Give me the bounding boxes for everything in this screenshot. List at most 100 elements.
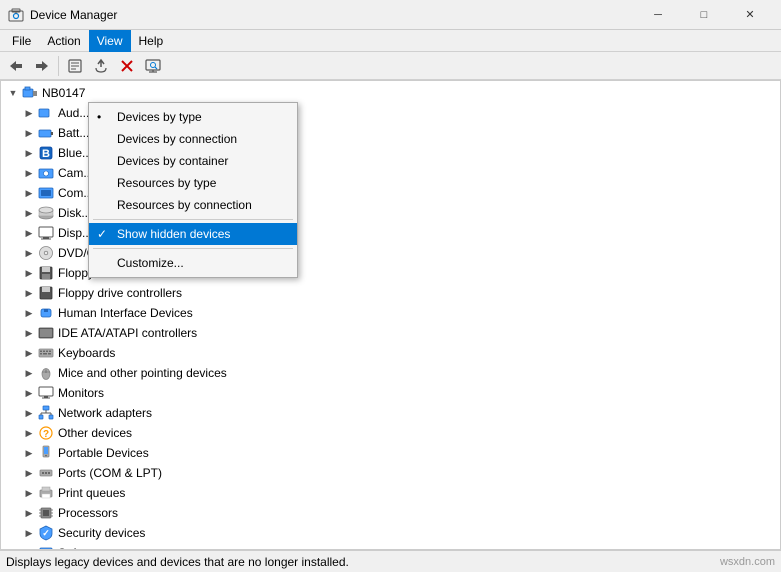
toolbar — [0, 52, 781, 80]
menu-resources-by-connection[interactable]: Resources by connection — [89, 194, 297, 216]
menu-view[interactable]: View — [89, 30, 131, 52]
window-title: Device Manager — [30, 8, 635, 22]
toolbar-update[interactable] — [89, 54, 113, 78]
arrow-network: ▶ — [21, 405, 37, 421]
arrow-security: ▶ — [21, 525, 37, 541]
tree-root-item[interactable]: ▼ NB0147 — [1, 83, 780, 103]
arrow-ide: ▶ — [21, 325, 37, 341]
toolbar-forward[interactable] — [30, 54, 54, 78]
icon-cameras — [37, 164, 55, 182]
arrow-dvd: ▶ — [21, 245, 37, 261]
menu-customize[interactable]: Customize... — [89, 252, 297, 274]
check-by-type: • — [97, 110, 101, 124]
tree-item-keyboards[interactable]: ▶ Keyboards — [1, 343, 780, 363]
label-disk: Disk... — [58, 206, 91, 220]
icon-network — [37, 404, 55, 422]
label-portable: Portable Devices — [58, 446, 149, 460]
arrow-disk: ▶ — [21, 205, 37, 221]
label-sw-components: Software components — [58, 546, 174, 550]
menu-bar: File Action View Help — [0, 30, 781, 52]
label-other: Other devices — [58, 426, 132, 440]
root-icon — [21, 84, 39, 102]
label-floppy-ctrl: Floppy drive controllers — [58, 286, 182, 300]
label-hid: Human Interface Devices — [58, 306, 193, 320]
tree-item-hid[interactable]: ▶ Human Interface Devices — [1, 303, 780, 323]
view-dropdown-menu[interactable]: • Devices by type Devices by connection … — [88, 102, 298, 278]
svg-text:✓: ✓ — [42, 528, 50, 538]
menu-resources-by-type[interactable]: Resources by type — [89, 172, 297, 194]
arrow-com: ▶ — [21, 185, 37, 201]
arrow-mice: ▶ — [21, 365, 37, 381]
status-right: wsxdn.com — [720, 556, 775, 568]
arrow-other: ▶ — [21, 425, 37, 441]
tree-item-mice[interactable]: ▶ Mice and other pointing devices — [1, 363, 780, 383]
arrow-bluetooth: ▶ — [21, 145, 37, 161]
arrow-print: ▶ — [21, 485, 37, 501]
tree-item-floppy-ctrl[interactable]: ▶ Floppy drive controllers — [1, 283, 780, 303]
tree-item-sw-components[interactable]: ▶ Software components — [1, 543, 780, 550]
root-expand-arrow: ▼ — [5, 85, 21, 101]
arrow-processors: ▶ — [21, 505, 37, 521]
icon-display — [37, 224, 55, 242]
icon-bluetooth: B — [37, 144, 55, 162]
check-show-hidden: ✓ — [97, 227, 107, 241]
icon-ports — [37, 464, 55, 482]
icon-hid — [37, 304, 55, 322]
menu-show-hidden[interactable]: ✓ Show hidden devices — [89, 223, 297, 245]
arrow-batteries: ▶ — [21, 125, 37, 141]
tree-item-print[interactable]: ▶ Print queues — [1, 483, 780, 503]
label-keyboards: Keyboards — [58, 346, 115, 360]
label-bluetooth: Blue... — [58, 146, 92, 160]
toolbar-sep-1 — [58, 56, 59, 76]
svg-text:B: B — [42, 148, 50, 160]
menu-help[interactable]: Help — [131, 30, 172, 52]
tree-item-portable[interactable]: ▶ Portable Devices — [1, 443, 780, 463]
window-controls: ─ □ ✕ — [635, 0, 773, 30]
label-security: Security devices — [58, 526, 145, 540]
tree-item-security[interactable]: ▶ ✓ Security devices — [1, 523, 780, 543]
arrow-floppy-disk: ▶ — [21, 265, 37, 281]
icon-monitors — [37, 384, 55, 402]
menu-devices-by-type[interactable]: • Devices by type — [89, 106, 297, 128]
label-ide: IDE ATA/ATAPI controllers — [58, 326, 197, 340]
toolbar-uninstall[interactable] — [115, 54, 139, 78]
tree-item-monitors[interactable]: ▶ Monitors — [1, 383, 780, 403]
icon-processors — [37, 504, 55, 522]
toolbar-back[interactable] — [4, 54, 28, 78]
tree-item-ide[interactable]: ▶ IDE ATA/ATAPI controllers — [1, 323, 780, 343]
icon-audio — [37, 104, 55, 122]
icon-sw-components — [37, 544, 55, 550]
menu-file[interactable]: File — [4, 30, 39, 52]
status-text: Displays legacy devices and devices that… — [6, 555, 720, 569]
root-label: NB0147 — [42, 86, 85, 100]
toolbar-scan[interactable] — [141, 54, 165, 78]
icon-other: ? — [37, 424, 55, 442]
icon-com — [37, 184, 55, 202]
menu-devices-by-connection[interactable]: Devices by connection — [89, 128, 297, 150]
icon-ide — [37, 324, 55, 342]
menu-devices-by-container[interactable]: Devices by container — [89, 150, 297, 172]
label-display: Disp... — [58, 226, 92, 240]
close-button[interactable]: ✕ — [727, 0, 773, 30]
arrow-portable: ▶ — [21, 445, 37, 461]
icon-mice — [37, 364, 55, 382]
label-network: Network adapters — [58, 406, 152, 420]
minimize-button[interactable]: ─ — [635, 0, 681, 30]
tree-item-network[interactable]: ▶ Network adapters — [1, 403, 780, 423]
icon-print — [37, 484, 55, 502]
toolbar-properties[interactable] — [63, 54, 87, 78]
main-content-wrapper: ▼ NB0147 ▶ Aud... — [0, 80, 781, 550]
icon-disk — [37, 204, 55, 222]
tree-item-other[interactable]: ▶ ? Other devices — [1, 423, 780, 443]
label-monitors: Monitors — [58, 386, 104, 400]
arrow-display: ▶ — [21, 225, 37, 241]
tree-item-processors[interactable]: ▶ Processors — [1, 503, 780, 523]
arrow-floppy-ctrl: ▶ — [21, 285, 37, 301]
label-print: Print queues — [58, 486, 125, 500]
tree-item-ports[interactable]: ▶ Ports (COM & LPT) — [1, 463, 780, 483]
label-audio: Aud... — [58, 106, 89, 120]
icon-floppy-ctrl — [37, 284, 55, 302]
maximize-button[interactable]: □ — [681, 0, 727, 30]
arrow-keyboards: ▶ — [21, 345, 37, 361]
menu-action[interactable]: Action — [39, 30, 88, 52]
